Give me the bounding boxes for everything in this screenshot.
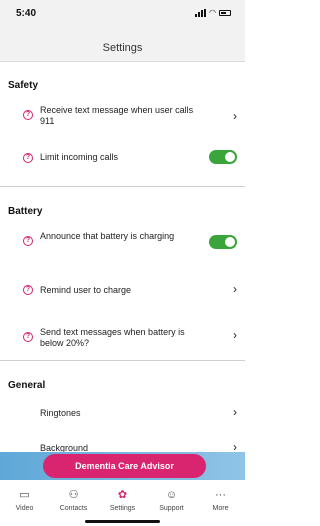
setting-label: Remind user to charge xyxy=(40,285,132,295)
more-dots-icon: ··· xyxy=(215,489,226,501)
setting-row-ringtones[interactable]: Ringtones › xyxy=(0,403,245,425)
tab-settings[interactable]: ✿ Settings xyxy=(98,488,147,512)
support-agent-icon: ☺ xyxy=(165,489,178,501)
settings-gear-icon: ✿ xyxy=(117,489,128,501)
help-icon[interactable]: ? xyxy=(23,236,33,246)
status-bar: 5:40 ◠ xyxy=(0,0,245,26)
nav-bar: Settings xyxy=(0,26,245,62)
battery-icon xyxy=(219,10,231,16)
help-icon[interactable]: ? xyxy=(23,332,33,342)
section-title-general: General xyxy=(8,380,46,391)
tab-label: Contacts xyxy=(59,505,88,512)
announce-charging-toggle[interactable] xyxy=(209,235,237,249)
setting-label: Ringtones xyxy=(40,408,81,418)
setting-label: Limit incoming calls xyxy=(40,152,119,162)
tab-label: More xyxy=(212,505,229,512)
setting-label: Send text messages when battery is below… xyxy=(40,327,185,348)
tab-label: Support xyxy=(159,505,184,512)
wifi-icon: ◠ xyxy=(209,8,216,17)
signal-icon xyxy=(195,9,207,17)
video-icon: ▭ xyxy=(19,489,30,501)
status-icons: ◠ xyxy=(195,9,231,17)
help-icon[interactable]: ? xyxy=(23,285,33,295)
setting-row-limit-calls[interactable]: ? Limit incoming calls xyxy=(0,144,245,170)
chevron-right-icon: › xyxy=(233,282,237,296)
limit-calls-toggle[interactable] xyxy=(209,150,237,164)
section-title-safety: Safety xyxy=(8,80,39,91)
setting-row-text-on-911[interactable]: ? Receive text message when user calls 9… xyxy=(0,96,245,136)
tab-video[interactable]: ▭ Video xyxy=(0,488,49,512)
home-indicator[interactable] xyxy=(85,520,160,523)
contacts-icon: ⚇ xyxy=(68,489,79,501)
page-title: Settings xyxy=(102,42,143,54)
chevron-right-icon: › xyxy=(233,405,237,419)
help-icon[interactable]: ? xyxy=(23,153,33,163)
status-time: 5:40 xyxy=(16,8,37,19)
setting-label: Receive text message when user calls 911 xyxy=(40,105,194,126)
chevron-right-icon: › xyxy=(233,328,237,342)
tab-bar: ▭ Video ⚇ Contacts ✿ Settings ☺ Support … xyxy=(0,482,245,526)
tab-more[interactable]: ··· More xyxy=(196,488,245,512)
setting-label: Announce that battery is charging xyxy=(40,231,175,241)
section-divider xyxy=(0,360,245,361)
section-divider xyxy=(0,186,245,187)
settings-list[interactable]: Safety ? Receive text message when user … xyxy=(0,62,245,458)
tab-label: Video xyxy=(15,505,34,512)
help-icon[interactable]: ? xyxy=(23,110,33,120)
tab-contacts[interactable]: ⚇ Contacts xyxy=(49,488,98,512)
section-title-battery: Battery xyxy=(8,206,43,217)
setting-row-announce-charging[interactable]: ? Announce that battery is charging xyxy=(0,224,245,260)
tab-label: Settings xyxy=(109,505,136,512)
dementia-care-advisor-button[interactable]: Dementia Care Advisor xyxy=(43,454,206,478)
tab-support[interactable]: ☺ Support xyxy=(147,488,196,512)
chevron-right-icon: › xyxy=(233,109,237,123)
setting-row-remind-charge[interactable]: ? Remind user to charge › xyxy=(0,277,245,303)
setting-row-low-battery-sms[interactable]: ? Send text messages when battery is bel… xyxy=(0,320,245,356)
